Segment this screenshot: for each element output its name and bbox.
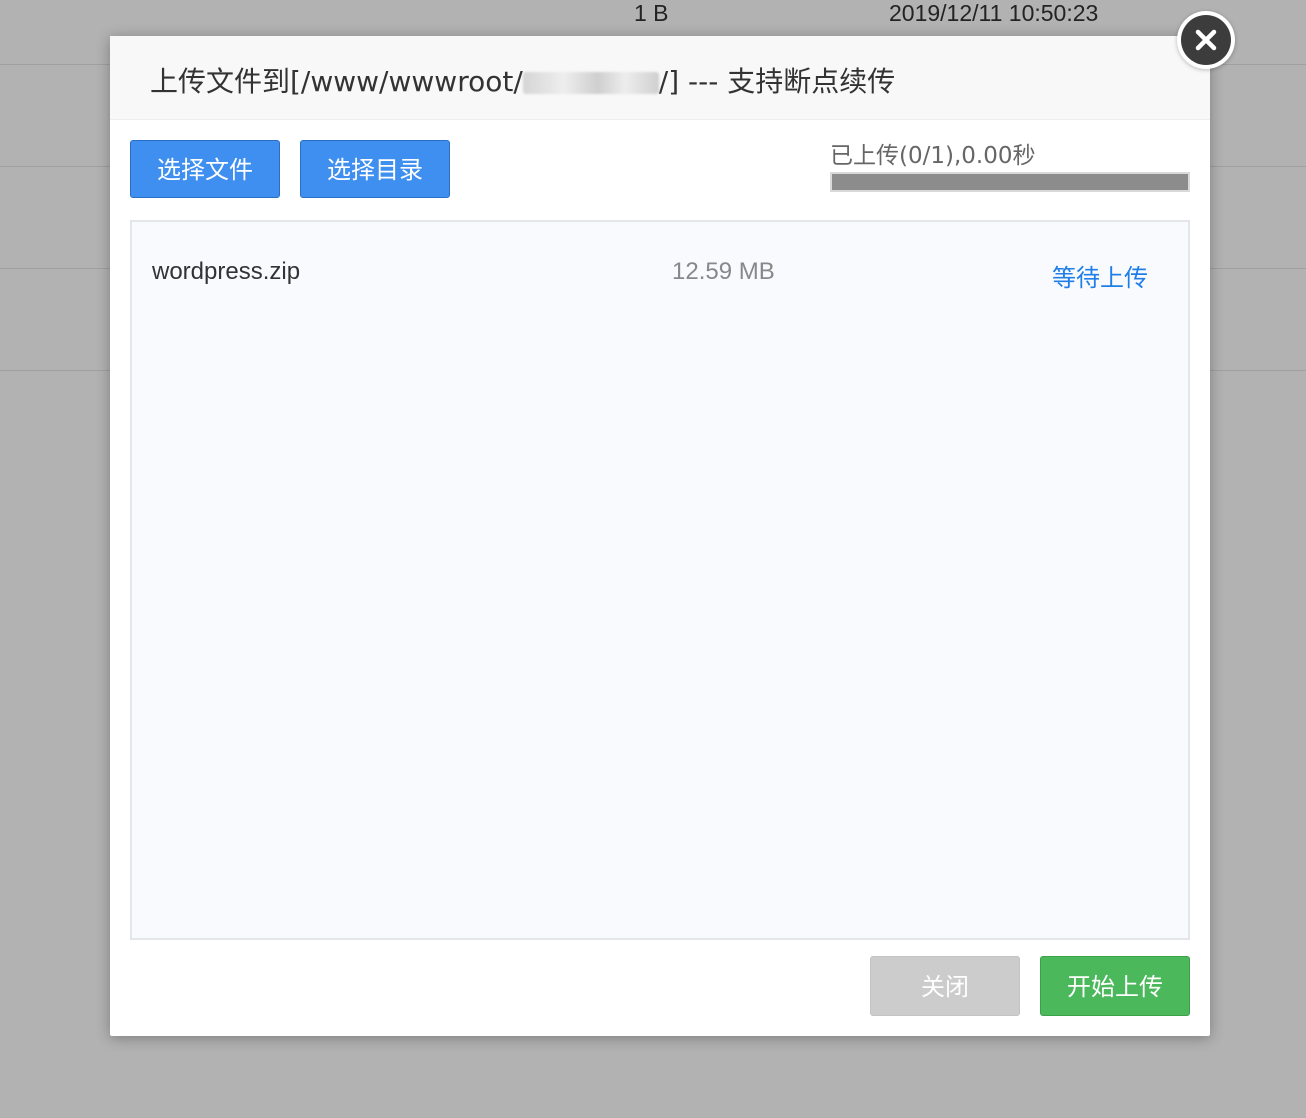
file-name: wordpress.zip xyxy=(152,258,301,285)
close-button[interactable]: 关闭 xyxy=(870,956,1020,1016)
upload-progress-bar xyxy=(830,172,1190,192)
dialog-header: 上传文件到[/www/wwwroot/ /] --- 支持断点续传 xyxy=(110,36,1210,120)
close-circle-icon xyxy=(1181,15,1231,65)
select-file-button[interactable]: 选择文件 xyxy=(130,140,280,198)
file-status[interactable]: 等待上传 xyxy=(1052,258,1148,293)
dialog-title-suffix: /] --- 支持断点续传 xyxy=(658,65,896,98)
redacted-path xyxy=(522,72,659,94)
dialog-title: 上传文件到[/www/wwwroot/ /] --- 支持断点续传 xyxy=(150,60,895,100)
select-directory-button[interactable]: 选择目录 xyxy=(300,140,450,198)
file-list: wordpress.zip 12.59 MB 等待上传 xyxy=(130,220,1190,940)
upload-progress-text: 已上传(0/1),0.00秒 xyxy=(830,143,1036,169)
file-row: wordpress.zip 12.59 MB 等待上传 xyxy=(132,222,1188,322)
close-dialog-button[interactable] xyxy=(1177,11,1235,69)
upload-dialog: 上传文件到[/www/wwwroot/ /] --- 支持断点续传 选择文件 选择… xyxy=(110,36,1210,1036)
start-upload-button[interactable]: 开始上传 xyxy=(1040,956,1190,1016)
dialog-title-prefix: 上传文件到[/www/wwwroot/ xyxy=(150,65,523,98)
file-size: 12.59 MB xyxy=(672,258,775,285)
upload-progress-fill xyxy=(832,174,1188,190)
